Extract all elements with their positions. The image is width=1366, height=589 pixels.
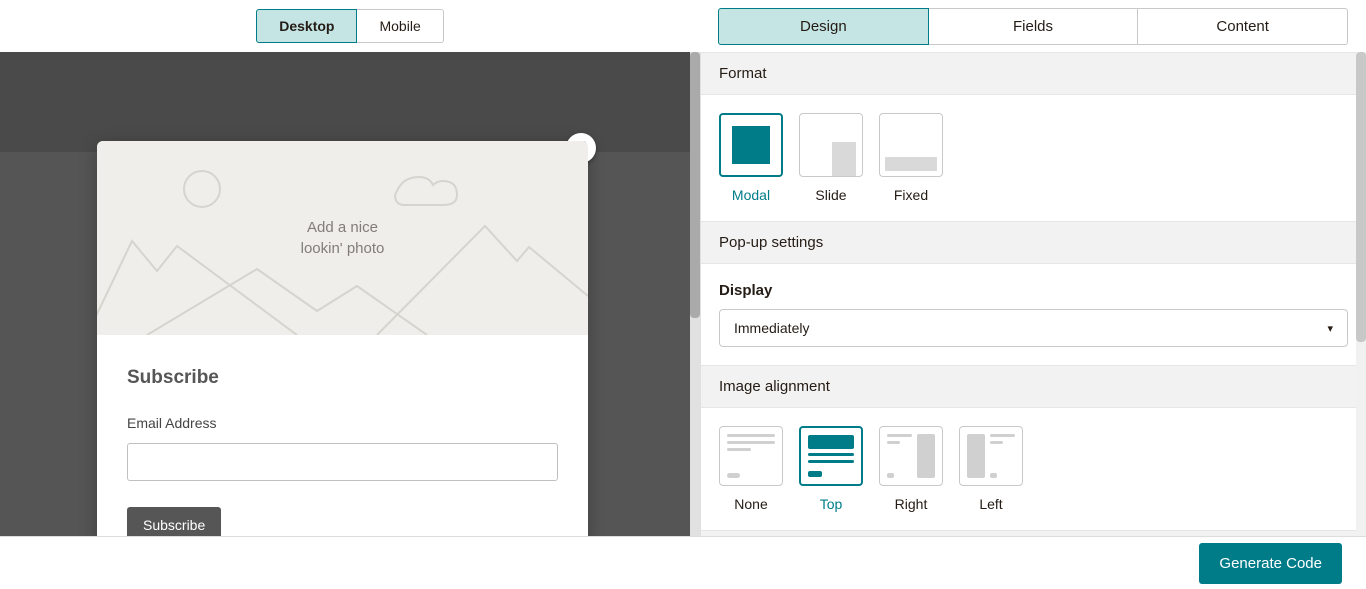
format-option-fixed[interactable] <box>879 113 943 177</box>
footer-bar: Generate Code <box>0 536 1366 589</box>
alignment-option-none-label: None <box>719 496 783 512</box>
email-label: Email Address <box>127 415 558 431</box>
photo-placeholder[interactable]: Add a nice lookin' photo <box>97 141 588 335</box>
slide-icon <box>832 142 856 176</box>
modal-icon <box>732 126 770 164</box>
popup-heading: Subscribe <box>127 367 558 389</box>
email-input[interactable] <box>127 443 558 481</box>
alignment-option-top[interactable] <box>799 426 863 486</box>
tab-design[interactable]: Design <box>718 8 929 45</box>
display-select[interactable]: Immediately ▾ <box>719 309 1348 347</box>
section-header-popup-settings: Pop-up settings <box>701 221 1366 264</box>
format-option-slide-label: Slide <box>799 187 863 203</box>
display-label: Display <box>719 282 1348 299</box>
subscribe-button[interactable]: Subscribe <box>127 507 221 536</box>
alignment-option-right[interactable] <box>879 426 943 486</box>
format-option-modal[interactable] <box>719 113 783 177</box>
section-header-image-alignment: Image alignment <box>701 365 1366 408</box>
main-tabs: Design Fields Content <box>718 8 1348 45</box>
view-toggle: Desktop Mobile <box>256 9 443 43</box>
photo-placeholder-text: Add a nice lookin' photo <box>301 217 385 259</box>
preview-pane: ✕ Add a nice lookin' photo Subscribe Ema… <box>0 52 700 536</box>
display-select-value: Immediately <box>734 320 809 336</box>
format-option-fixed-label: Fixed <box>879 187 943 203</box>
section-header-format: Format <box>701 52 1366 95</box>
view-toggle-mobile[interactable]: Mobile <box>357 9 443 43</box>
generate-code-button[interactable]: Generate Code <box>1199 543 1342 584</box>
chevron-down-icon: ▾ <box>1327 322 1333 335</box>
popup-card: ✕ Add a nice lookin' photo Subscribe Ema… <box>97 141 588 536</box>
settings-scrollbar[interactable] <box>1356 52 1366 536</box>
alignment-option-right-label: Right <box>879 496 943 512</box>
fixed-icon <box>885 157 937 171</box>
tab-fields[interactable]: Fields <box>929 8 1139 45</box>
format-option-modal-label: Modal <box>719 187 783 203</box>
alignment-option-left-label: Left <box>959 496 1023 512</box>
format-option-slide[interactable] <box>799 113 863 177</box>
view-toggle-desktop[interactable]: Desktop <box>256 9 357 43</box>
alignment-option-top-label: Top <box>799 496 863 512</box>
alignment-option-left[interactable] <box>959 426 1023 486</box>
alignment-option-none[interactable] <box>719 426 783 486</box>
settings-pane: Format Modal Slide <box>700 52 1366 536</box>
tab-content[interactable]: Content <box>1138 8 1348 45</box>
preview-scrollbar[interactable] <box>690 52 700 536</box>
